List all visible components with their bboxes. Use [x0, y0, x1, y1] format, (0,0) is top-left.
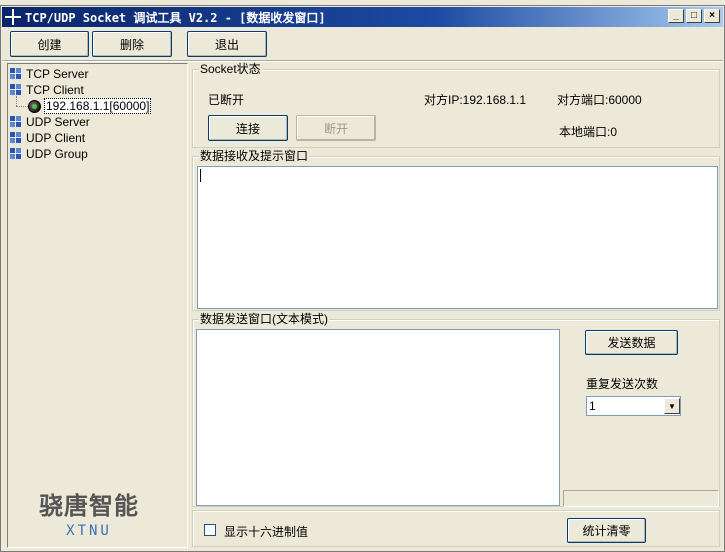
connect-button[interactable]: 连接 [208, 115, 288, 141]
tree-item-label: 192.168.1.1[60000] [44, 98, 152, 114]
tree-item-udp-group[interactable]: UDP Group [10, 146, 88, 162]
create-button[interactable]: 创建 [10, 31, 89, 57]
tree-item-label: UDP Client [26, 131, 86, 145]
socket-status-group: Socket状态 已断开 对方IP:192.168.1.1 对方端口:60000… [192, 62, 720, 148]
main-window: TCP/UDP Socket 调试工具 V2.2 - [数据收发窗口] _ □ … [0, 5, 725, 552]
grid-icon [10, 68, 22, 80]
hex-display-checkbox[interactable] [204, 524, 216, 536]
tree-item-tcp-client[interactable]: TCP Client [10, 82, 84, 98]
close-button[interactable]: × [704, 9, 720, 23]
tree-item-label: TCP Client [26, 83, 84, 97]
receive-textarea[interactable] [197, 166, 718, 309]
local-port: 本地端口:0 [559, 125, 618, 139]
tree-item-label: TCP Server [26, 67, 89, 81]
grid-icon [10, 148, 22, 160]
repeat-count-label: 重复发送次数 [586, 377, 659, 391]
group-title: 数据发送窗口(文本模式) [199, 312, 329, 326]
logo-subtext: XTNU [66, 523, 112, 539]
send-status-field [563, 490, 719, 507]
grid-icon [10, 116, 22, 128]
group-title: 数据接收及提示窗口 [199, 149, 310, 163]
receive-group: 数据接收及提示窗口 [192, 149, 720, 311]
clear-stats-button[interactable]: 统计清零 [567, 518, 646, 543]
company-logo: 骁唐智能 XTNU [24, 486, 154, 539]
window-controls: _ □ × [666, 9, 720, 23]
exit-button[interactable]: 退出 [187, 31, 267, 57]
tree-item-label: UDP Group [26, 147, 88, 161]
send-data-button[interactable]: 发送数据 [585, 330, 678, 355]
delete-button[interactable]: 删除 [92, 31, 172, 57]
grid-icon [10, 132, 22, 144]
tree-item-client-connection[interactable]: 192.168.1.1[60000] [28, 98, 152, 114]
footer-bar: 显示十六进制值 统计清零 [192, 510, 720, 547]
tree-connector [16, 106, 28, 107]
repeat-count-select[interactable]: 1 ▼ [586, 396, 681, 416]
window-title: TCP/UDP Socket 调试工具 V2.2 - [数据收发窗口] [25, 10, 326, 25]
title-bar[interactable]: TCP/UDP Socket 调试工具 V2.2 - [数据收发窗口] _ □ … [2, 7, 723, 27]
maximize-button[interactable]: □ [686, 9, 702, 23]
minimize-button[interactable]: _ [668, 9, 684, 23]
tree-connector [16, 96, 17, 106]
chevron-down-icon[interactable]: ▼ [664, 398, 680, 414]
toolbar-separator [2, 60, 723, 62]
send-textarea[interactable] [196, 329, 560, 506]
disconnect-button[interactable]: 断开 [296, 115, 376, 141]
tree-item-tcp-server[interactable]: TCP Server [10, 66, 88, 82]
tree-item-label: UDP Server [26, 115, 90, 129]
tree-item-udp-server[interactable]: UDP Server [10, 114, 90, 130]
app-icon [5, 9, 21, 25]
connection-tree[interactable]: TCP Server TCP Client 192.168.1.1[60000]… [7, 63, 188, 548]
logo-text: 骁唐智能 [39, 492, 139, 520]
remote-ip: 对方IP:192.168.1.1 [424, 93, 527, 107]
tree-item-udp-client[interactable]: UDP Client [10, 130, 85, 146]
connection-status-icon [28, 99, 41, 113]
grid-icon [10, 84, 22, 96]
connection-status: 已断开 [208, 93, 245, 107]
text-caret [200, 169, 201, 182]
repeat-count-value: 1 [589, 399, 596, 413]
hex-display-label: 显示十六进制值 [224, 525, 309, 539]
send-group: 数据发送窗口(文本模式) 发送数据 重复发送次数 1 ▼ [192, 312, 720, 507]
remote-port: 对方端口:60000 [557, 93, 642, 107]
group-title: Socket状态 [199, 62, 262, 76]
